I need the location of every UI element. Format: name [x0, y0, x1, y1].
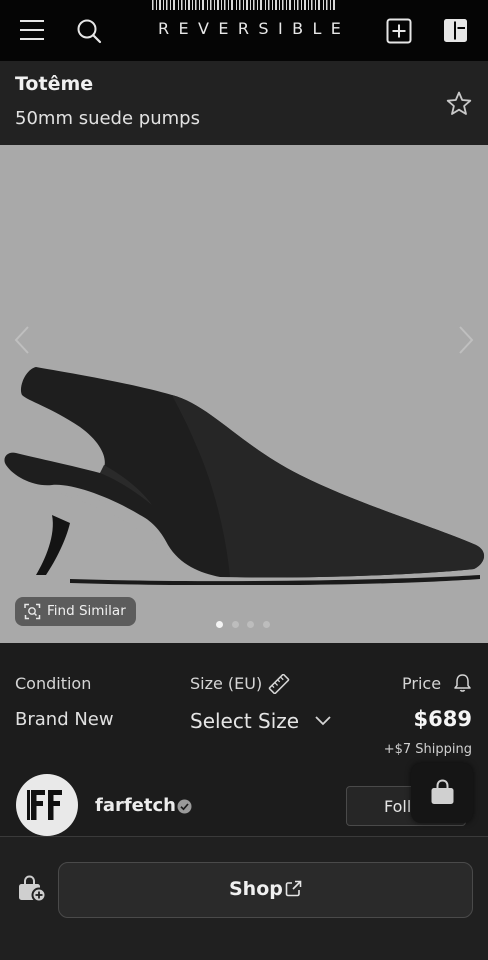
ruler-icon[interactable] [268, 674, 290, 694]
seller-name[interactable]: farfetch [95, 795, 176, 816]
chevron-right-icon[interactable] [456, 325, 476, 355]
menu-icon[interactable] [20, 19, 44, 41]
price-value: $689 [413, 707, 472, 731]
product-image-gallery[interactable]: Find Similar [0, 145, 488, 643]
shop-button-label: Shop [229, 878, 283, 900]
chevron-left-icon[interactable] [12, 325, 32, 355]
bell-icon[interactable] [453, 673, 472, 693]
farfetch-logo [27, 790, 62, 820]
logo-wordmark: REVERSIBLE [158, 19, 351, 38]
shop-button[interactable]: Shop [58, 862, 473, 918]
gallery-pagination [216, 621, 276, 629]
shopping-bag-icon [431, 779, 454, 804]
bottom-action-bar: Shop [0, 837, 488, 960]
shopping-bag-button[interactable] [411, 763, 473, 823]
scan-icon [24, 603, 41, 620]
size-select[interactable]: Select Size [190, 709, 299, 733]
price-label: Price [402, 674, 442, 693]
verified-badge-icon [177, 799, 192, 814]
chevron-down-icon[interactable] [314, 715, 332, 727]
add-icon[interactable] [386, 18, 412, 44]
product-image-shoe [4, 367, 485, 585]
shipping-cost: +$7 Shipping [383, 742, 472, 757]
pagination-dot[interactable] [263, 621, 270, 628]
brand-name[interactable]: Totême [15, 73, 93, 95]
product-header: Totême 50mm suede pumps [0, 61, 488, 145]
star-outline-icon[interactable] [445, 90, 473, 118]
condition-value: Brand New [15, 709, 114, 730]
pagination-dot[interactable] [232, 621, 239, 628]
size-label: Size (EU) [190, 674, 263, 693]
condition-label: Condition [15, 674, 92, 693]
add-to-bag-icon[interactable] [17, 875, 47, 903]
brand-logo[interactable]: REVERSIBLE [152, 0, 351, 46]
search-icon[interactable] [76, 18, 102, 44]
barcode-graphic [152, 0, 335, 10]
pagination-dot[interactable] [216, 621, 223, 628]
find-similar-label: Find Similar [47, 603, 126, 619]
pagination-dot[interactable] [247, 621, 254, 628]
find-similar-button[interactable]: Find Similar [15, 597, 136, 626]
top-nav-bar: REVERSIBLE [0, 0, 488, 61]
seller-avatar[interactable] [16, 774, 78, 836]
product-title: 50mm suede pumps [15, 108, 200, 129]
panel-icon[interactable] [443, 18, 468, 43]
external-link-icon [285, 880, 302, 897]
